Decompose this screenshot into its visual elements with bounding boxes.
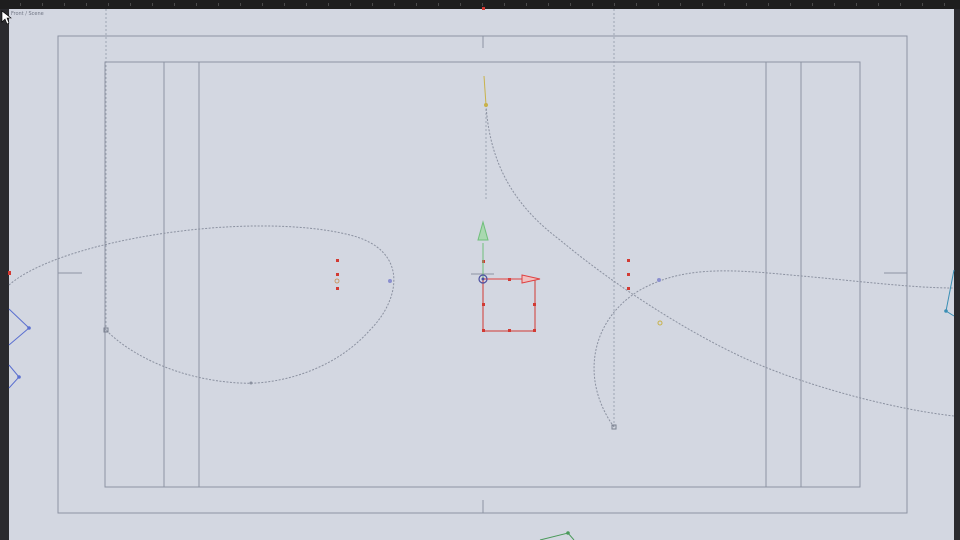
red-handle-left-3[interactable]: [336, 287, 339, 290]
curve-vertex-mid-right[interactable]: [657, 278, 661, 282]
side-marker-left: [8, 271, 11, 275]
edge-vertex-right[interactable]: [944, 309, 948, 313]
curve-vertex-mid-left[interactable]: [388, 279, 392, 283]
red-handle-right-1[interactable]: [627, 259, 630, 262]
edge-vertex-left-1[interactable]: [27, 326, 31, 330]
red-handle-right-3[interactable]: [627, 287, 630, 290]
editor-stage: Front / Scene: [0, 0, 960, 540]
red-handle-left-2[interactable]: [336, 273, 339, 276]
viewport-label: Front / Scene: [11, 11, 44, 17]
red-handle-left-1[interactable]: [336, 259, 339, 262]
red-handle-right-2[interactable]: [627, 273, 630, 276]
edge-vertex-bottom[interactable]: [566, 531, 570, 535]
curve-vertex-top[interactable]: [484, 103, 488, 107]
curve-point-bottom[interactable]: [249, 381, 253, 385]
scene-canvas[interactable]: [0, 0, 960, 540]
edge-vertex-left-2[interactable]: [17, 375, 21, 379]
side-marker-top: [482, 7, 485, 10]
